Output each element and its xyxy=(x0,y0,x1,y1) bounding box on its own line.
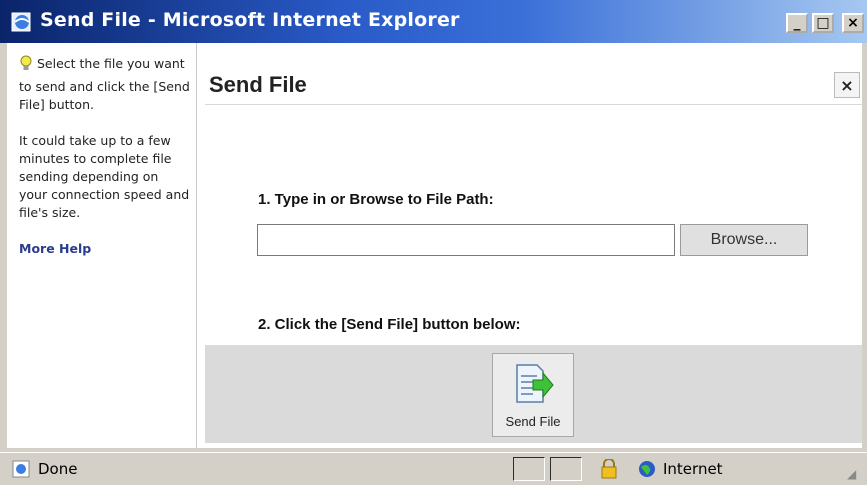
note-text: It could take up to a few minutes to com… xyxy=(19,133,190,220)
step2-label: 2. Click the [Send File] button below: xyxy=(258,316,521,333)
more-help-link[interactable]: More Help xyxy=(19,241,91,256)
internet-explorer-icon xyxy=(10,10,34,34)
window-title: Send File - Microsoft Internet Explorer xyxy=(40,9,460,31)
internet-zone-icon xyxy=(637,459,657,483)
browse-button[interactable]: Browse... xyxy=(680,224,808,256)
minimize-button[interactable]: _ xyxy=(786,13,808,33)
instruction-text: Select the file you want to send and cli… xyxy=(19,56,190,112)
page-title: Send File xyxy=(209,72,307,97)
step1-label: 1. Type in or Browse to File Path: xyxy=(258,191,494,208)
send-file-button[interactable]: Send File xyxy=(492,353,574,437)
maximize-button[interactable]: □ xyxy=(812,13,834,33)
send-file-panel: Send File × 1. Type in or Browse to File… xyxy=(205,43,862,448)
resize-grip-icon[interactable]: ◢ xyxy=(847,467,856,481)
help-sidebar: Select the file you want to send and cli… xyxy=(7,43,197,448)
file-path-input[interactable] xyxy=(257,224,675,256)
send-file-icon xyxy=(516,364,554,403)
send-file-label: Send File xyxy=(505,414,561,429)
close-panel-button[interactable]: × xyxy=(834,72,860,98)
action-area: Send File xyxy=(205,345,862,443)
title-bar: Send File - Microsoft Internet Explorer … xyxy=(0,0,867,43)
status-pane-1 xyxy=(513,457,545,481)
status-text: Done xyxy=(38,460,78,478)
security-zone-text: Internet xyxy=(663,460,723,478)
lock-icon xyxy=(600,458,618,483)
status-bar: Done Internet ◢ xyxy=(0,452,867,485)
instruction-block: Select the file you want to send and cli… xyxy=(19,55,190,114)
page-done-icon xyxy=(12,460,32,482)
panel-header: Send File × xyxy=(205,67,862,105)
status-pane-2 xyxy=(550,457,582,481)
lightbulb-icon xyxy=(19,55,33,78)
close-window-button[interactable]: × xyxy=(842,13,864,33)
